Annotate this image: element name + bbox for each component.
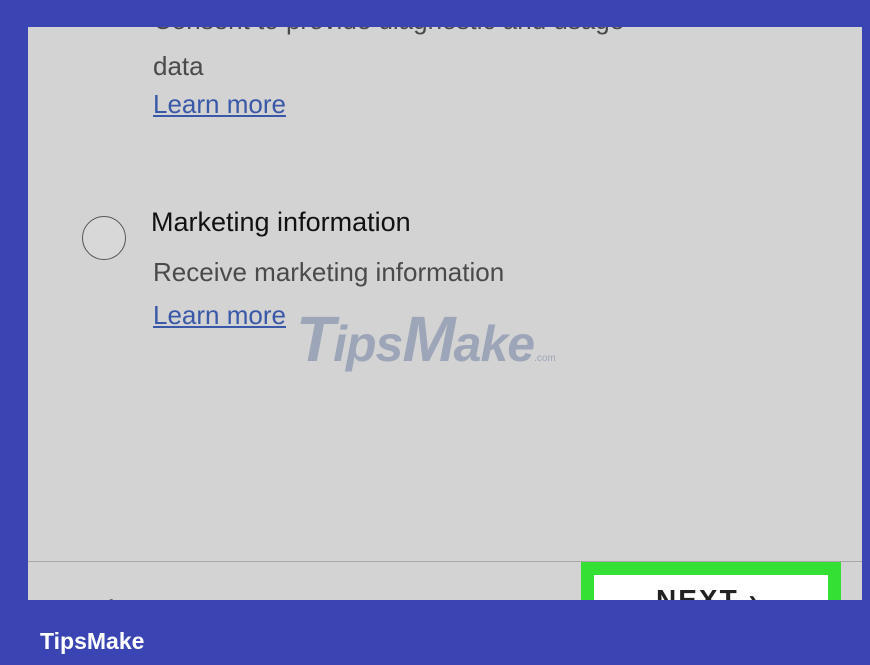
watermark-t: T: [296, 303, 335, 375]
consent-description: data: [153, 51, 204, 81]
setup-screen: Consent to provide diagnostic and usage …: [28, 27, 862, 600]
brand-logo-text: TipsMake: [40, 628, 145, 654]
watermark-ake: ake: [453, 316, 535, 372]
tipsmake-watermark: TipsMake.com: [296, 302, 556, 376]
watermark-ips: ips: [333, 316, 403, 372]
back-button[interactable]: ‹: [104, 587, 114, 600]
learn-more-link-marketing[interactable]: Learn more: [153, 300, 286, 331]
marketing-description: Receive marketing information: [153, 257, 505, 287]
learn-more-link-consent[interactable]: Learn more: [153, 89, 286, 120]
watermark-m: M: [402, 303, 455, 375]
next-button-label: NEXT ›: [656, 584, 760, 600]
marketing-radio-button[interactable]: [82, 216, 126, 260]
marketing-title: Marketing information: [151, 207, 411, 237]
consent-description-cutoff: Consent to provide diagnostic and usage: [153, 27, 624, 36]
watermark-com: .com: [534, 353, 556, 364]
